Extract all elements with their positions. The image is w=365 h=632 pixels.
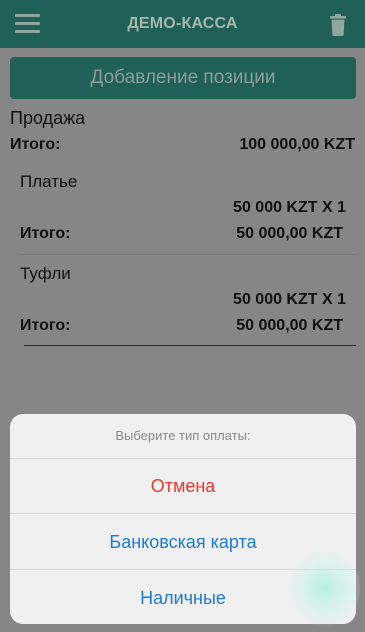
item-total-label: Итого: [20, 225, 71, 242]
sale-title: Продажа [10, 108, 86, 128]
bank-card-option[interactable]: Банковская карта [10, 514, 356, 570]
action-sheet-title: Выберите тип оплаты: [115, 428, 251, 443]
item-name: Туфли [20, 264, 71, 283]
app-title: ДЕМО-КАССА [127, 15, 238, 32]
sale-total-label: Итого: [10, 136, 61, 153]
add-item-button[interactable]: Добавление позиции [10, 57, 356, 99]
list-end-divider [24, 345, 356, 346]
item-total-label: Итого: [20, 317, 71, 334]
item-total-value: 50 000,00 KZT [236, 225, 343, 242]
cancel-option[interactable]: Отмена [10, 458, 356, 514]
item-price-qty: 50 000 KZT X 1 [233, 199, 346, 216]
sale-total-value: 100 000,00 KZT [239, 136, 355, 153]
trash-icon[interactable] [329, 14, 347, 36]
cash-option[interactable]: Наличные [10, 570, 356, 624]
item-total-value: 50 000,00 KZT [236, 317, 343, 334]
list-item[interactable]: Платье 50 000 KZT X 1 Итого: 50 000,00 K… [20, 172, 346, 252]
top-app-bar: ДЕМО-КАССА [0, 0, 365, 48]
item-name: Платье [20, 172, 78, 191]
item-price-qty: 50 000 KZT X 1 [233, 291, 346, 308]
item-divider [20, 254, 356, 255]
list-item[interactable]: Туфли 50 000 KZT X 1 Итого: 50 000,00 KZ… [20, 264, 346, 344]
payment-type-action-sheet: Выберите тип оплаты: Отмена Банковская к… [10, 414, 356, 624]
